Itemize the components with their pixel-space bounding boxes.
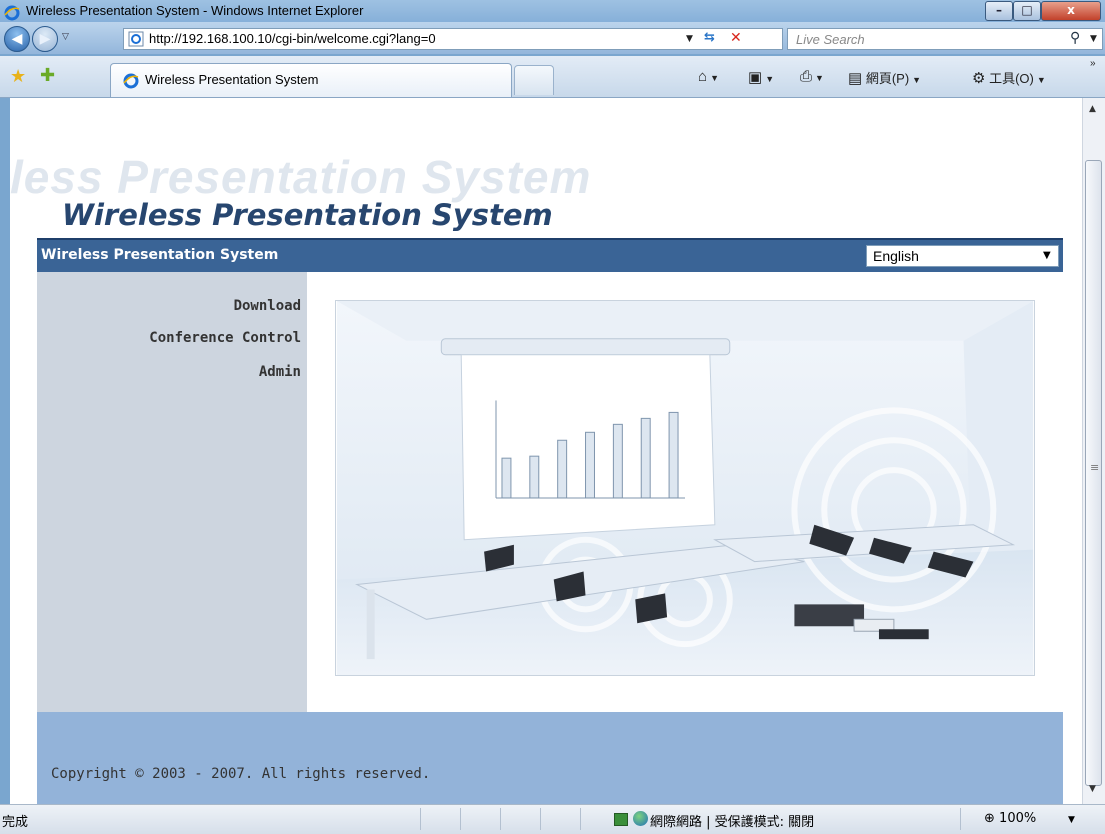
search-input[interactable]: Live Search ⚲ ▼ (787, 28, 1103, 50)
print-icon: ⎙ (800, 68, 813, 85)
search-placeholder: Live Search (796, 32, 865, 47)
scroll-down-arrow-icon[interactable]: ▼ (1089, 784, 1096, 794)
address-toolbar: ◀ ▶ ▽ http://192.168.100.10/cgi-bin/welc… (0, 22, 1105, 54)
security-zone-text[interactable]: 網際網路 | 受保護模式: 關閉 (650, 811, 814, 830)
stop-icon[interactable]: ✕ (730, 30, 742, 46)
status-text: 完成 (2, 815, 29, 830)
ie-logo-icon (123, 73, 139, 89)
main-content (307, 272, 1063, 712)
tab-label: Wireless Presentation System (145, 72, 319, 87)
ie-logo-icon (4, 5, 20, 21)
header-title: Wireless Presentation System (41, 247, 279, 263)
page-menu[interactable]: ▤ 網頁(P) ▼ (848, 68, 921, 87)
feeds-icon: ▣ (748, 69, 763, 86)
conference-room-illustration (335, 300, 1035, 676)
sidebar-item-conference-control[interactable]: Conference Control (149, 330, 301, 346)
scrollbar-thumb[interactable]: ≡ (1085, 160, 1102, 786)
page-menu-label: 網頁(P) (865, 71, 910, 86)
maximize-button[interactable]: □ (1013, 1, 1041, 21)
minimize-button[interactable]: – (985, 1, 1013, 21)
footer: Copyright © 2003 - 2007. All rights rese… (37, 712, 1063, 804)
tools-menu-label: 工具(O) (989, 71, 1034, 86)
chevron-down-icon: ▼ (1043, 250, 1051, 261)
zoom-level[interactable]: ⊕ 100% (984, 811, 1036, 826)
zoom-icon: ⊕ (984, 811, 995, 826)
back-arrow-icon[interactable]: ◀ (4, 26, 30, 52)
address-dropdown-icon[interactable]: ▼ (686, 34, 693, 44)
tab-wireless-presentation-system[interactable]: Wireless Presentation System (110, 63, 512, 97)
header-bar: Wireless Presentation System English ▼ (37, 238, 1063, 272)
home-icon: ⌂ (698, 68, 708, 85)
close-button[interactable]: x (1041, 1, 1101, 21)
status-bar: 完成 網際網路 | 受保護模式: 關閉 ⊕ 100% ▼ (0, 804, 1105, 834)
page-icon (128, 31, 144, 47)
language-selected: English (873, 248, 919, 264)
zoom-chevron-down-icon[interactable]: ▼ (1068, 815, 1075, 825)
sidebar-item-admin[interactable]: Admin (259, 364, 301, 380)
scroll-up-arrow-icon[interactable]: ▲ (1089, 104, 1096, 114)
grip-icon: ≡ (1090, 461, 1100, 474)
forward-arrow-icon[interactable]: ▶ (32, 26, 58, 52)
tab-bar: ★ ✚ Wireless Presentation System ⌂ ▼ ▣ ▼ ⎙… (0, 56, 1105, 98)
internet-zone-globe-icon (633, 811, 648, 826)
copyright-text: Copyright © 2003 - 2007. All rights rese… (51, 766, 431, 782)
print-button[interactable]: ⎙ ▼ (800, 68, 824, 85)
refresh-icon[interactable]: ⇆ (704, 30, 715, 45)
page-viewport: less Presentation System Wireless Presen… (10, 98, 1082, 804)
security-status-icon[interactable] (614, 813, 628, 826)
feeds-button[interactable]: ▣ ▼ (748, 68, 774, 86)
address-field[interactable]: http://192.168.100.10/cgi-bin/welcome.cg… (123, 28, 783, 50)
sidebar: Download Conference Control Admin (37, 272, 307, 712)
page-icon: ▤ (848, 70, 863, 87)
logo-watermark: less Presentation System (10, 151, 592, 203)
search-options-chevron-down-icon[interactable]: ▼ (1090, 34, 1097, 44)
language-select[interactable]: English ▼ (866, 245, 1059, 267)
home-button[interactable]: ⌂ ▼ (698, 68, 719, 85)
vertical-scrollbar[interactable]: ▲ ≡ ▼ (1082, 98, 1105, 804)
new-tab-button[interactable] (514, 65, 554, 95)
recent-pages-chevron-down-icon[interactable]: ▽ (62, 32, 69, 42)
favorites-star-icon[interactable]: ★ (10, 66, 26, 87)
window-title: Wireless Presentation System - Windows I… (26, 3, 364, 18)
more-commands-chevron-icon[interactable]: » (1090, 58, 1096, 69)
sidebar-item-download[interactable]: Download (234, 298, 301, 314)
tools-menu[interactable]: ⚙ 工具(O) ▼ (972, 68, 1046, 87)
add-favorite-icon[interactable]: ✚ (40, 65, 55, 86)
gear-icon: ⚙ (972, 70, 986, 87)
search-icon[interactable]: ⚲ (1070, 30, 1080, 46)
address-url: http://192.168.100.10/cgi-bin/welcome.cg… (149, 31, 436, 46)
site-logo: Wireless Presentation System (62, 198, 553, 232)
